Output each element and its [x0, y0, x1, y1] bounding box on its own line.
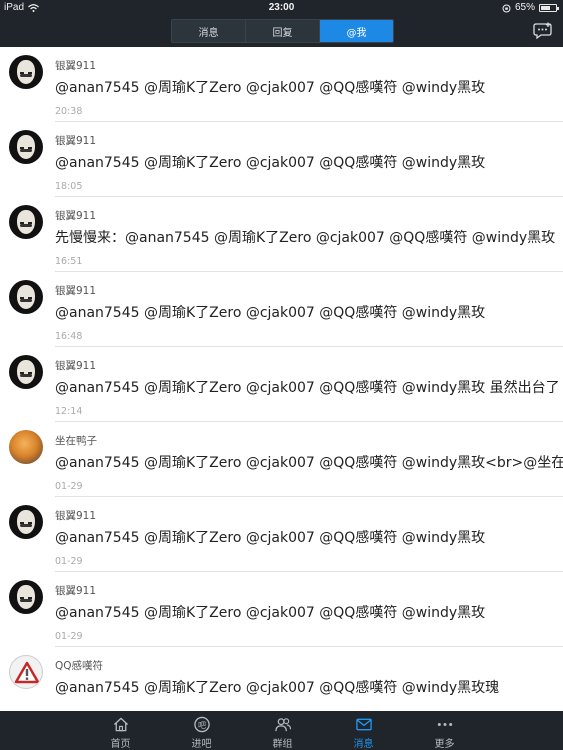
mention-item[interactable]: 坐在鸭子 @anan7545 @周瑜K了Zero @cjak007 @QQ感嘆符…	[0, 422, 563, 497]
mention-content: @anan7545 @周瑜K了Zero @cjak007 @QQ感嘆符 @win…	[55, 305, 486, 321]
username[interactable]: 银翼911	[55, 508, 96, 523]
tab-more[interactable]: 更多	[404, 711, 485, 750]
tab-groups-label: 群组	[272, 739, 293, 750]
username[interactable]: 银翼911	[55, 583, 96, 598]
timestamp: 01-29	[55, 631, 83, 642]
nav-bar: 消息 回复 @我	[0, 16, 563, 47]
avatar[interactable]	[9, 655, 43, 689]
mention-feed: 银翼911 @anan7545 @周瑜K了Zero @cjak007 @QQ感嘆…	[0, 47, 563, 711]
mention-item[interactable]: 银翼911 @anan7545 @周瑜K了Zero @cjak007 @QQ感嘆…	[0, 272, 563, 347]
tab-messages-label: 消息	[353, 739, 374, 750]
timestamp: 20:38	[55, 106, 83, 117]
avatar[interactable]	[9, 430, 43, 464]
battery-icon	[539, 4, 559, 12]
username[interactable]: 银翼911	[55, 358, 96, 373]
mask-face	[17, 285, 35, 309]
tab-mentions[interactable]: @我	[320, 20, 393, 42]
rotation-lock-icon	[502, 4, 511, 12]
username[interactable]: 银翼911	[55, 283, 96, 298]
timestamp: 16:51	[55, 256, 83, 267]
status-bar: iPad 23:00 65%	[0, 0, 563, 16]
svg-text:吧: 吧	[197, 721, 205, 730]
home-icon	[113, 717, 128, 732]
mention-item[interactable]: 银翼911 @anan7545 @周瑜K了Zero @cjak007 @QQ感嘆…	[0, 347, 563, 422]
tab-messages[interactable]: 消息	[172, 20, 246, 42]
tab-groups[interactable]: 群组	[242, 711, 323, 750]
timestamp: 16:48	[55, 331, 83, 342]
tab-home-label: 首页	[110, 739, 131, 750]
tab-enter-ba-label: 进吧	[191, 739, 212, 750]
mention-content: @anan7545 @周瑜K了Zero @cjak007 @QQ感嘆符 @win…	[55, 455, 563, 471]
avatar[interactable]	[9, 55, 43, 89]
mention-content: @anan7545 @周瑜K了Zero @cjak007 @QQ感嘆符 @win…	[55, 680, 500, 696]
avatar[interactable]	[9, 130, 43, 164]
tab-home[interactable]: 首页	[80, 711, 161, 750]
mask-face	[17, 135, 35, 159]
username[interactable]: QQ感嘆符	[55, 658, 103, 673]
battery-percent: 65%	[514, 2, 535, 13]
segment-tabs: 消息 回复 @我	[171, 19, 394, 43]
status-time: 23:00	[268, 2, 295, 13]
avatar[interactable]	[9, 580, 43, 614]
tab-enter-ba[interactable]: 吧 进吧	[161, 711, 242, 750]
mask-face	[17, 210, 35, 234]
mention-item[interactable]: 银翼911 @anan7545 @周瑜K了Zero @cjak007 @QQ感嘆…	[0, 497, 563, 572]
mention-content: @anan7545 @周瑜K了Zero @cjak007 @QQ感嘆符 @win…	[55, 80, 486, 96]
compose-chat-icon[interactable]	[533, 22, 553, 40]
mention-content: @anan7545 @周瑜K了Zero @cjak007 @QQ感嘆符 @win…	[55, 530, 486, 546]
mention-content: @anan7545 @周瑜K了Zero @cjak007 @QQ感嘆符 @win…	[55, 155, 486, 171]
tab-more-label: 更多	[434, 739, 455, 750]
mask-face	[17, 360, 35, 384]
tab-messages-bottom[interactable]: 消息	[323, 711, 404, 750]
group-icon	[274, 718, 291, 732]
username[interactable]: 银翼911	[55, 208, 96, 223]
timestamp: 01-29	[55, 556, 83, 567]
mask-face	[17, 60, 35, 84]
status-right: 65%	[502, 0, 559, 16]
timestamp: 12:14	[55, 406, 83, 417]
avatar[interactable]	[9, 505, 43, 539]
mention-item[interactable]: 银翼911 @anan7545 @周瑜K了Zero @cjak007 @QQ感嘆…	[0, 572, 563, 647]
mention-content: 先慢慢来：@anan7545 @周瑜K了Zero @cjak007 @QQ感嘆符…	[55, 230, 556, 246]
mention-content: @anan7545 @周瑜K了Zero @cjak007 @QQ感嘆符 @win…	[55, 380, 560, 396]
mention-item[interactable]: 银翼911 @anan7545 @周瑜K了Zero @cjak007 @QQ感嘆…	[0, 47, 563, 122]
timestamp: 01-29	[55, 481, 83, 492]
avatar[interactable]	[9, 280, 43, 314]
ba-icon: 吧	[193, 716, 210, 733]
username[interactable]: 银翼911	[55, 133, 96, 148]
bottom-tab-bar: 首页 吧 进吧 群组 消息 更多	[0, 711, 563, 750]
username[interactable]: 坐在鸭子	[55, 433, 97, 448]
mask-face	[17, 585, 35, 609]
avatar[interactable]	[9, 355, 43, 389]
message-icon	[355, 718, 372, 731]
battery-fill	[541, 6, 551, 10]
mask-face	[17, 510, 35, 534]
username[interactable]: 银翼911	[55, 58, 96, 73]
mention-item[interactable]: 银翼911 先慢慢来：@anan7545 @周瑜K了Zero @cjak007 …	[0, 197, 563, 272]
timestamp: 18:05	[55, 181, 83, 192]
mention-item[interactable]: QQ感嘆符 @anan7545 @周瑜K了Zero @cjak007 @QQ感嘆…	[0, 647, 563, 711]
tab-replies[interactable]: 回复	[246, 20, 320, 42]
avatar[interactable]	[9, 205, 43, 239]
mention-item[interactable]: 银翼911 @anan7545 @周瑜K了Zero @cjak007 @QQ感嘆…	[0, 122, 563, 197]
more-icon	[437, 722, 452, 727]
warning-icon	[14, 661, 40, 684]
mention-content: @anan7545 @周瑜K了Zero @cjak007 @QQ感嘆符 @win…	[55, 605, 486, 621]
